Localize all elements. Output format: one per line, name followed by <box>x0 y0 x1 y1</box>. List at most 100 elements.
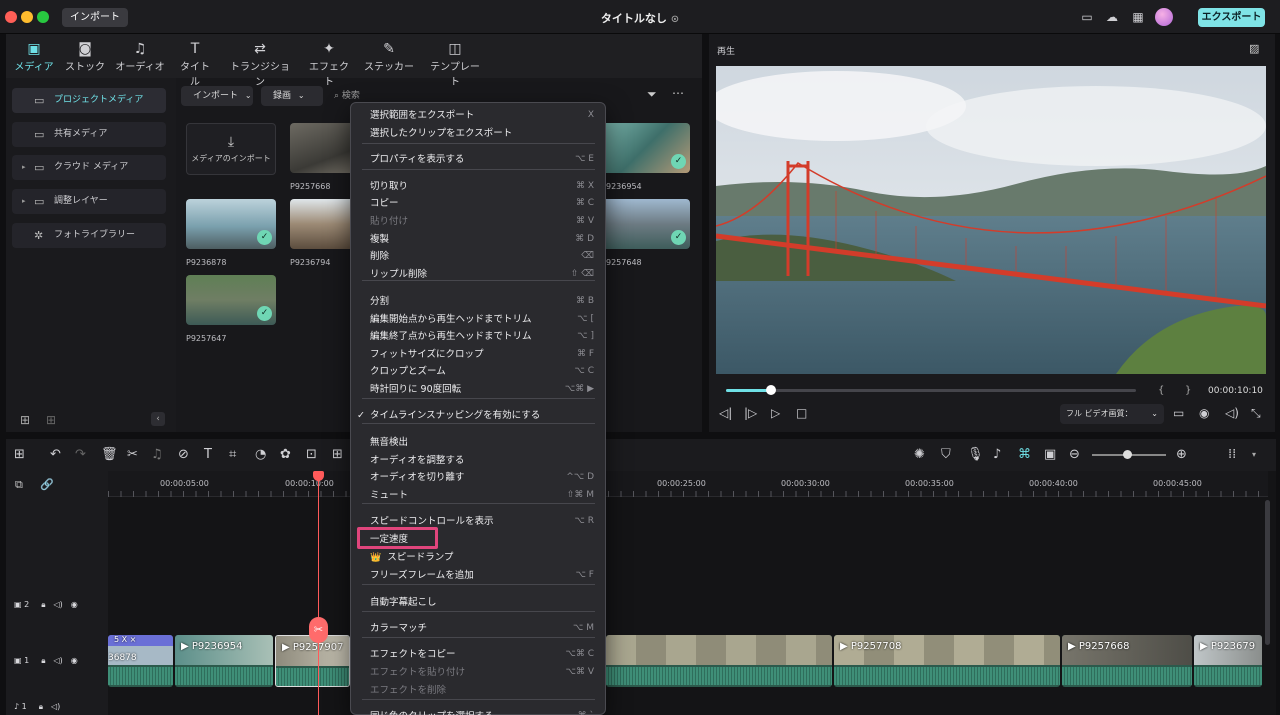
freeze-icon[interactable]: ⊡ <box>306 447 317 462</box>
sidebar-item-photo-library[interactable]: ✲ フォトライブラリー <box>12 223 166 248</box>
scissors-icon[interactable]: ✂ <box>309 617 328 643</box>
collapse-sidebar-button[interactable]: ‹ <box>151 412 165 426</box>
menu-item[interactable]: カラーマッチ ⌥ M <box>370 620 594 637</box>
scrubber-track[interactable] <box>726 389 1136 392</box>
playhead[interactable] <box>318 472 319 715</box>
fit-icon[interactable]: ⊞ <box>332 447 343 462</box>
chevron-down-icon[interactable]: ▾ <box>1252 450 1256 459</box>
zoom-out-icon[interactable]: ⊖ <box>1069 447 1080 462</box>
timeline-clip[interactable]: ▶ P9257708 <box>834 635 1060 687</box>
eye-icon[interactable]: ◉ <box>71 656 78 665</box>
tab-effect[interactable]: ✦ エフェクト <box>305 40 353 88</box>
folder-add-icon[interactable]: ⊞ <box>46 413 56 427</box>
sidebar-item-shared-media[interactable]: ▭ 共有メディア <box>12 122 166 147</box>
stop-icon[interactable]: □ <box>796 406 807 420</box>
link-icon[interactable]: 🔗 <box>40 478 54 491</box>
media-thumb-p9257647[interactable]: ✓ <box>186 275 276 325</box>
tab-transition[interactable]: ⇄ トランジション <box>226 40 294 88</box>
lock-icon[interactable]: 🔒︎ <box>39 702 43 711</box>
menu-item[interactable]: リップル削除 ⇧ ⌫ <box>370 266 594 283</box>
quality-dropdown[interactable]: フル ビデオ画質： ⌄ <box>1060 404 1164 424</box>
menu-item[interactable]: エフェクトをコピー ⌥⌘ C <box>370 646 594 663</box>
sidebar-item-adjustment-layer[interactable]: ▸ ▭ 調整レイヤー <box>12 189 166 214</box>
audio-icon[interactable]: ♫ <box>151 447 163 462</box>
menu-item[interactable]: オーディオを切り離す ^⌥ D <box>370 469 594 486</box>
display-icon[interactable]: ▭ <box>1173 406 1184 420</box>
tag-icon[interactable]: ⊘ <box>178 447 189 462</box>
image-icon[interactable]: ▨ <box>1249 42 1259 55</box>
tab-music[interactable]: ♫ オーディオ <box>115 40 165 74</box>
media-thumb-p9257648[interactable]: ✓ <box>600 199 690 249</box>
lock-icon[interactable]: 🔒︎ <box>41 656 45 665</box>
menu-item[interactable]: 編集終了点から再生ヘッドまでトリム ⌥ ] <box>370 328 594 345</box>
color-icon[interactable]: ✿ <box>280 447 291 462</box>
volume-icon[interactable]: ◁) <box>1225 406 1239 420</box>
menu-item[interactable]: 無音検出 <box>370 434 594 451</box>
render-icon[interactable]: ✺ <box>914 447 925 462</box>
snap-icon[interactable]: ⌘ <box>1018 447 1031 462</box>
menu-item[interactable]: プロパティを表示する ⌥ E <box>370 151 594 168</box>
menu-item[interactable]: 選択範囲をエクスポート X <box>370 107 594 124</box>
speed-icon[interactable]: ◔ <box>255 447 266 462</box>
cloud-icon[interactable]: ☁ <box>1104 9 1120 25</box>
timeline-clip[interactable] <box>606 635 832 687</box>
timeline-clip[interactable]: ▶ P923679 <box>1194 635 1262 687</box>
tab-template[interactable]: ◫ テンプレート <box>426 40 484 88</box>
menu-item[interactable]: コピー ⌘ C <box>370 195 594 212</box>
tab-title[interactable]: T タイトル <box>176 40 214 88</box>
media-thumb-p9236954[interactable]: ✓ <box>600 123 690 173</box>
menu-item[interactable]: 切り取り ⌘ X <box>370 178 594 195</box>
speaker-icon[interactable]: ◁) <box>51 702 60 711</box>
menu-item[interactable]: フィットサイズにクロップ ⌘ F <box>370 346 594 363</box>
speaker-icon[interactable]: ◁) <box>53 600 62 609</box>
add-track-icon[interactable]: ⧉ <box>15 478 23 492</box>
menu-item[interactable]: 分割 ⌘ B <box>370 293 594 310</box>
more-icon[interactable]: ⋯ <box>672 86 684 100</box>
menu-item[interactable]: クロップとズーム ⌥ C <box>370 363 594 380</box>
import-media-tile[interactable]: ⤓ メディアのインポート <box>186 123 276 175</box>
layout-icon[interactable]: ⊞ <box>14 447 25 462</box>
scissors-icon[interactable]: ✂ <box>127 447 138 462</box>
eye-icon[interactable]: ◉ <box>71 600 78 609</box>
timeline-clip[interactable]: 5 X × 36878 <box>108 635 173 687</box>
step-forward-icon[interactable]: |▷ <box>744 406 757 420</box>
zoom-in-icon[interactable]: ⊕ <box>1176 447 1187 462</box>
sidebar-item-cloud-media[interactable]: ▸ ▭ クラウド メディア <box>12 155 166 180</box>
menu-item[interactable]: 👑 スピードランプ <box>370 549 594 566</box>
timeline-clip[interactable]: ▶ P9257668 <box>1062 635 1192 687</box>
text-icon[interactable]: T <box>204 447 212 462</box>
menu-item[interactable]: 時計回りに 90度回転 ⌥⌘ ▶ <box>370 381 594 398</box>
delete-icon[interactable]: 🗑 <box>101 447 118 462</box>
chevron-right-icon[interactable]: ▸ <box>22 189 26 214</box>
media-thumb-p9236878[interactable]: ✓ <box>186 199 276 249</box>
menu-item[interactable]: ミュート ⇧⌘ M <box>370 487 594 504</box>
new-folder-icon[interactable]: ⊞ <box>20 413 30 427</box>
export-button[interactable]: エクスポート <box>1198 8 1265 27</box>
menu-item[interactable]: フリーズフレームを追加 ⌥ F <box>370 567 594 584</box>
subtitle-icon[interactable]: ▣ <box>1044 447 1056 462</box>
music-note-icon[interactable]: ♪ <box>993 447 1001 462</box>
timeline-scrollbar[interactable] <box>1265 500 1270 645</box>
monitor-icon[interactable]: ▭ <box>1079 9 1095 25</box>
avatar[interactable] <box>1155 8 1173 26</box>
grid-icon[interactable]: ▦ <box>1130 9 1146 25</box>
camera-icon[interactable]: ◉ <box>1199 406 1209 420</box>
menu-item[interactable]: 削除 ⌫ <box>370 248 594 265</box>
grid-view-icon[interactable]: ⁞⁞ <box>1228 447 1236 462</box>
step-back-icon[interactable]: ◁| <box>719 406 732 420</box>
menu-item[interactable]: ✓ タイムラインスナッピングを有効にする <box>357 407 594 424</box>
timeline-clip-selected[interactable]: ▶ P9257907 <box>275 635 350 687</box>
crop-icon[interactable]: ⌗ <box>229 447 236 462</box>
import-dropdown[interactable]: インポート ⌄ <box>181 86 253 106</box>
menu-item[interactable]: 複製 ⌘ D <box>370 231 594 248</box>
mark-out-icon[interactable]: } <box>1185 385 1191 396</box>
marker-icon[interactable]: ⛉ <box>941 447 951 462</box>
menu-item[interactable]: 編集開始点から再生ヘッドまでトリム ⌥ [ <box>370 311 594 328</box>
speaker-icon[interactable]: ◁) <box>53 656 62 665</box>
menu-item[interactable]: 自動字幕起こし <box>370 594 594 611</box>
redo-icon[interactable]: ↷ <box>75 447 86 462</box>
fullscreen-icon[interactable]: ⤡ <box>1251 406 1261 421</box>
sidebar-item-project-media[interactable]: ▭ プロジェクトメディア <box>12 88 166 113</box>
tab-media[interactable]: ▣ メディア <box>14 40 54 74</box>
tab-stock[interactable]: ◙ ストック <box>65 40 105 74</box>
